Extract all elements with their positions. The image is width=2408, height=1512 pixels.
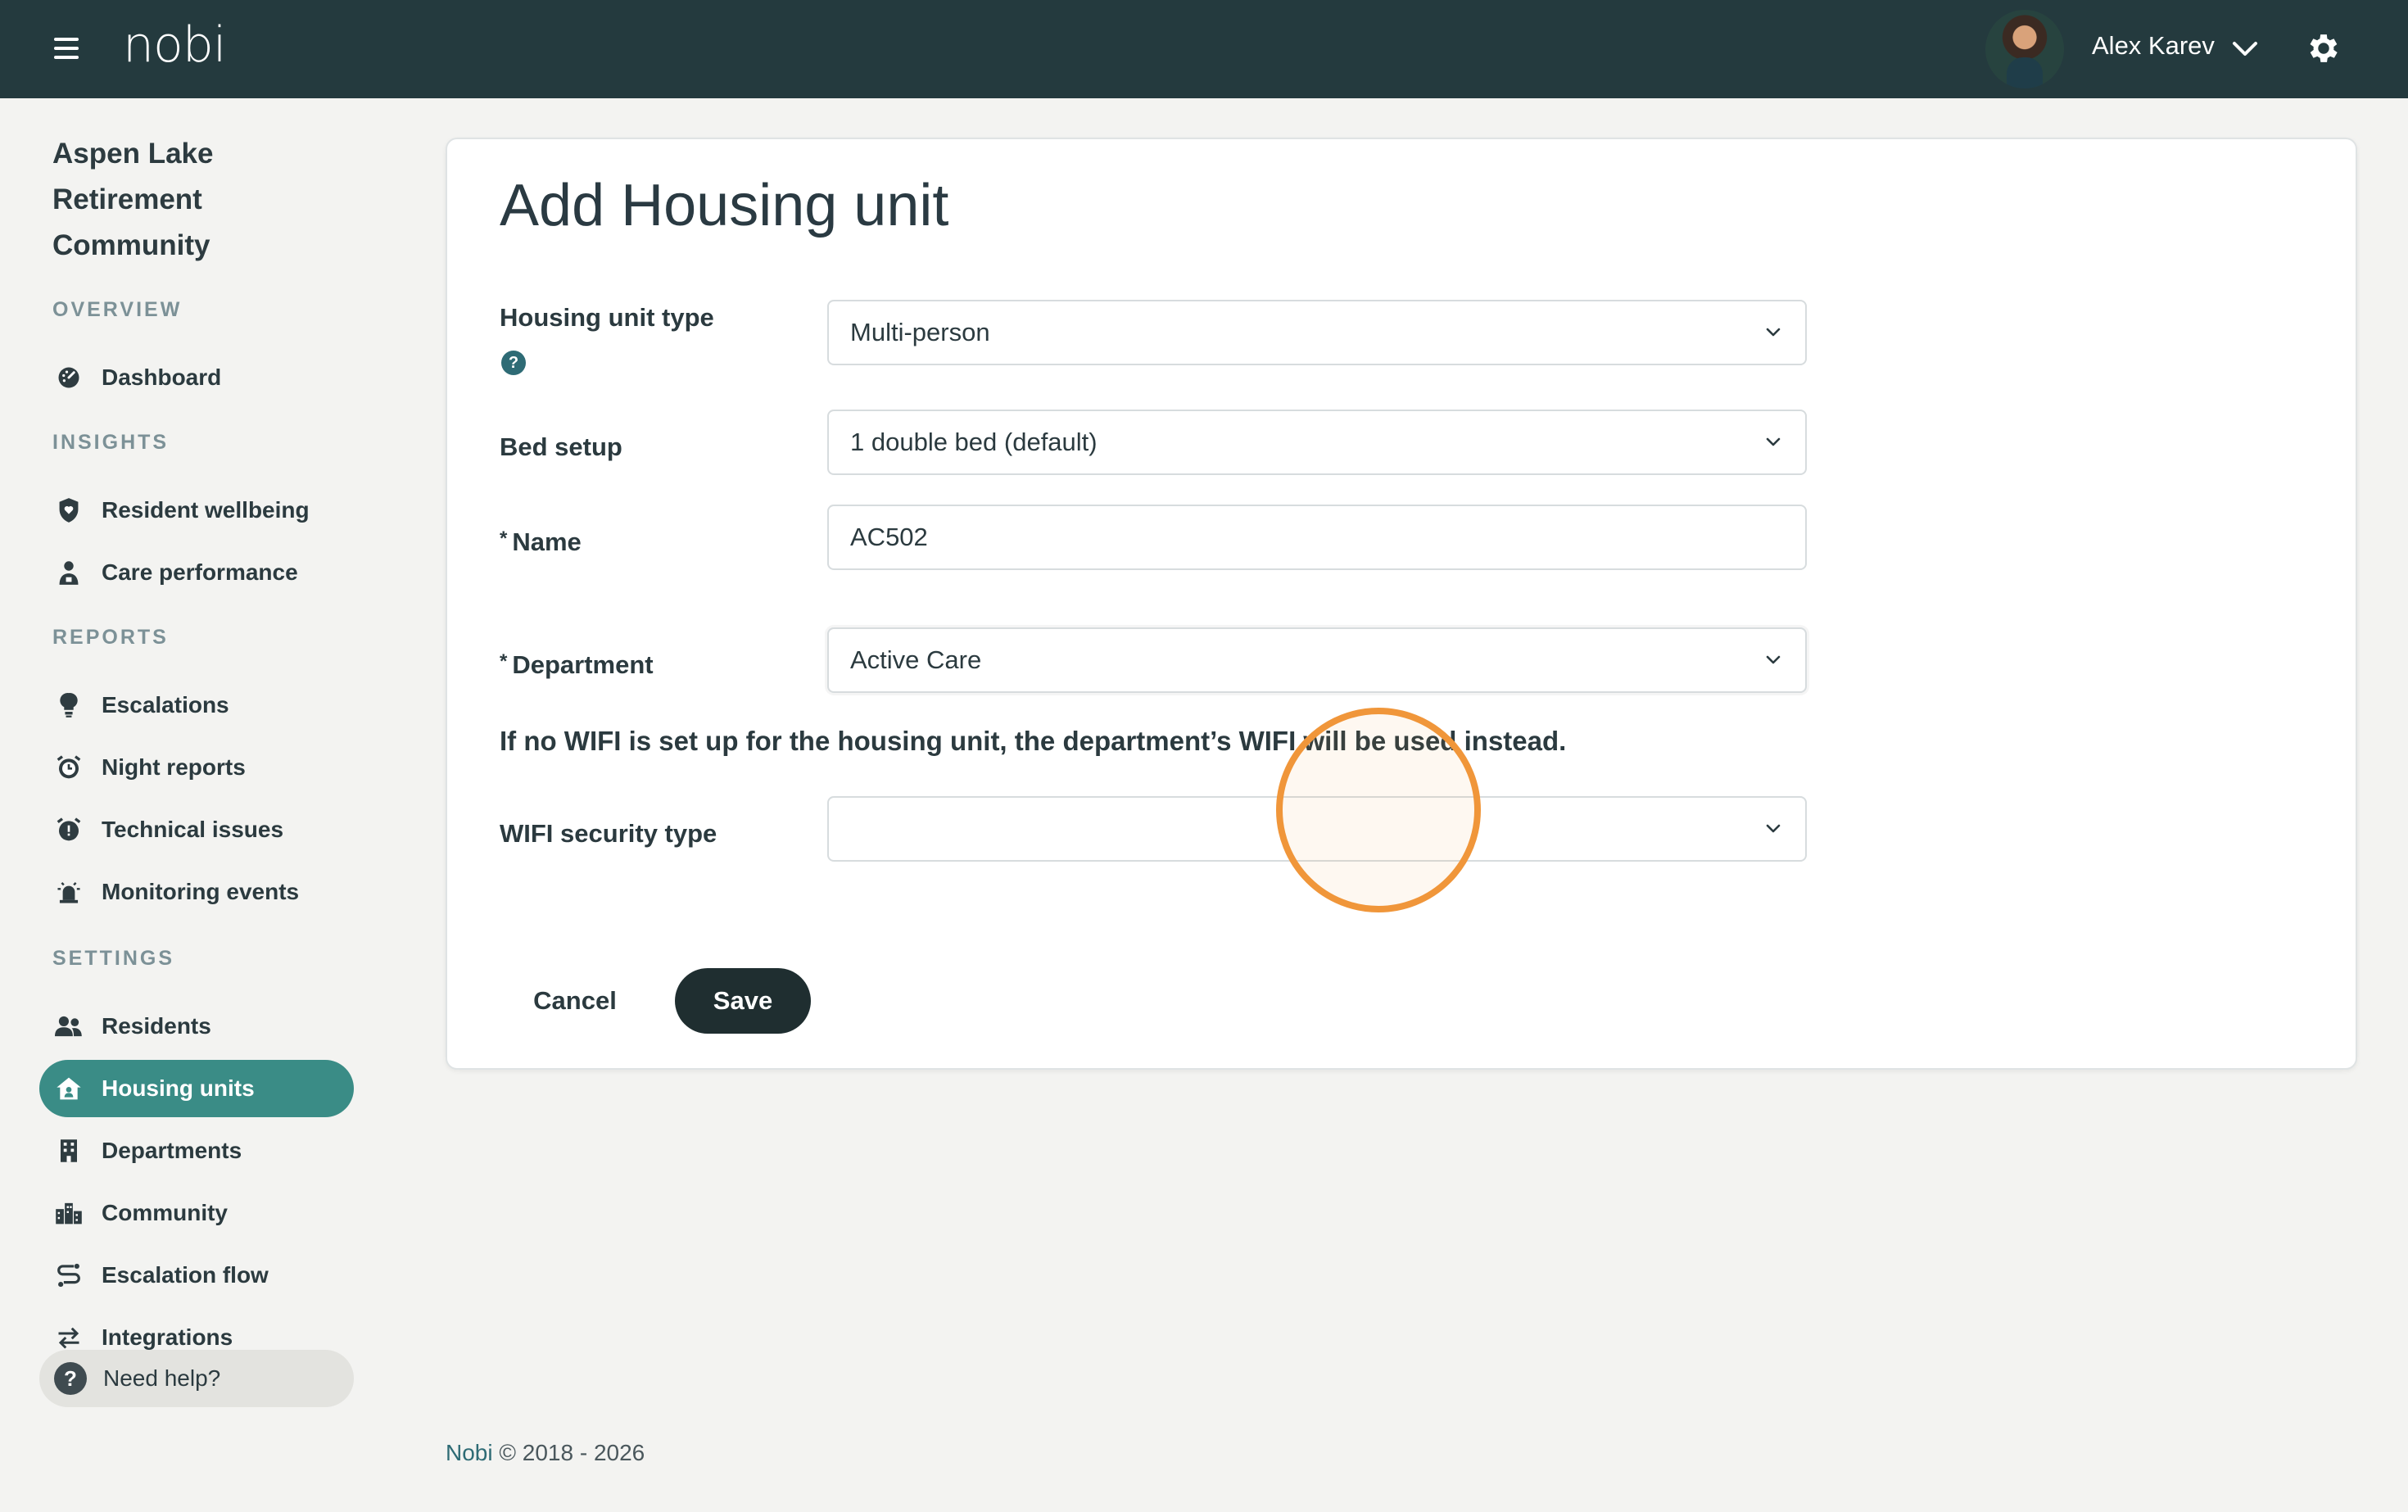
section-insights: INSIGHTS — [52, 431, 170, 454]
sidebar-item-community[interactable]: Community — [39, 1184, 354, 1242]
section-reports: REPORTS — [52, 626, 169, 649]
sidebar-item-technical-issues[interactable]: Technical issues — [39, 801, 354, 858]
siren-icon — [52, 876, 85, 908]
user-name[interactable]: Alex Karev — [2092, 31, 2215, 61]
chevron-down-icon — [1766, 437, 1781, 446]
sidebar-item-label: Monitoring events — [102, 879, 300, 904]
sidebar-item-label: Technical issues — [102, 817, 284, 842]
section-settings: SETTINGS — [52, 947, 175, 970]
sidebar-item-label: Housing units — [102, 1075, 255, 1101]
sidebar-item-label: Night reports — [102, 754, 246, 780]
city-icon — [52, 1197, 85, 1229]
name-value: AC502 — [850, 523, 928, 551]
department-label-text: Department — [512, 650, 654, 679]
community-name: Aspen Lake Retirement Community — [52, 138, 214, 261]
building-icon — [52, 1134, 85, 1167]
required-marker: * — [500, 527, 508, 550]
need-help-button[interactable]: ? Need help? — [39, 1350, 354, 1407]
gauge-icon — [52, 361, 85, 394]
wifi-info-text: If no WIFI is set up for the housing uni… — [500, 726, 1567, 756]
sidebar-item-label: Departments — [102, 1138, 242, 1163]
question-icon: ? — [54, 1362, 87, 1395]
save-button[interactable]: Save — [675, 968, 811, 1034]
sidebar-item-label: Dashboard — [102, 364, 222, 390]
sidebar-item-resident-wellbeing[interactable]: Resident wellbeing — [39, 482, 354, 539]
name-label: * Name — [500, 527, 582, 557]
name-label-text: Name — [512, 527, 582, 556]
shield-heart-icon — [52, 494, 85, 527]
chevron-down-icon — [1766, 824, 1781, 833]
housing-unit-type-label: Housing unit type — [500, 303, 714, 332]
page-title: Add Housing unit — [500, 173, 949, 238]
department-value: Active Care — [850, 645, 982, 674]
wifi-security-type-label: WIFI security type — [500, 819, 717, 848]
add-housing-unit-card: Add Housing unit Housing unit type ? Mul… — [446, 138, 2357, 1070]
department-label: * Department — [500, 650, 654, 680]
menu-icon[interactable] — [54, 38, 79, 61]
house-icon — [52, 1072, 85, 1105]
wifi-security-type-select[interactable] — [827, 796, 1807, 862]
chevron-down-icon — [1766, 655, 1781, 664]
sidebar-item-label: Community — [102, 1200, 228, 1225]
alarm-clock-icon — [52, 751, 85, 784]
sidebar-item-monitoring-events[interactable]: Monitoring events — [39, 863, 354, 921]
app-logo[interactable]: nobi — [123, 16, 226, 74]
required-marker: * — [500, 650, 508, 672]
sidebar-item-care-performance[interactable]: Care performance — [39, 544, 354, 601]
sidebar-item-label: Escalation flow — [102, 1262, 269, 1288]
name-input[interactable]: AC502 — [827, 505, 1807, 570]
sidebar: Aspen Lake Retirement Community OVERVIEW… — [0, 98, 385, 1512]
sidebar-item-label: Resident wellbeing — [102, 497, 310, 523]
cancel-button[interactable]: Cancel — [518, 968, 632, 1034]
sidebar-item-label: Escalations — [102, 692, 229, 718]
footer-copyright: © 2018 - 2026 — [499, 1440, 645, 1465]
department-select[interactable]: Active Care — [827, 627, 1807, 693]
sidebar-item-night-reports[interactable]: Night reports — [39, 739, 354, 796]
housing-unit-type-select[interactable]: Multi-person — [827, 300, 1807, 365]
sidebar-item-label: Care performance — [102, 559, 298, 585]
sidebar-item-label: Integrations — [102, 1324, 233, 1350]
sidebar-item-escalations[interactable]: Escalations — [39, 677, 354, 734]
footer: Nobi © 2018 - 2026 — [446, 1440, 645, 1466]
bed-setup-select[interactable]: 1 double bed (default) — [827, 410, 1807, 475]
sidebar-item-departments[interactable]: Departments — [39, 1122, 354, 1179]
chevron-down-icon[interactable] — [2231, 36, 2259, 61]
swap-arrows-icon — [52, 1321, 85, 1354]
lightbulb-icon — [52, 689, 85, 722]
top-bar: nobi Alex Karev — [0, 0, 2408, 98]
sidebar-item-housing-units[interactable]: Housing units — [39, 1060, 354, 1117]
section-overview: OVERVIEW — [52, 298, 183, 321]
chevron-down-icon — [1766, 328, 1781, 337]
sidebar-item-label: Residents — [102, 1013, 211, 1039]
sidebar-item-residents[interactable]: Residents — [39, 998, 354, 1055]
route-icon — [52, 1259, 85, 1292]
sidebar-item-dashboard[interactable]: Dashboard — [39, 349, 354, 406]
gear-icon[interactable] — [2305, 29, 2342, 67]
alert-clock-icon — [52, 813, 85, 846]
users-icon — [52, 1010, 85, 1043]
sidebar-item-escalation-flow[interactable]: Escalation flow — [39, 1247, 354, 1304]
bed-setup-value: 1 double bed (default) — [850, 428, 1098, 456]
housing-unit-type-value: Multi-person — [850, 318, 990, 346]
bed-setup-label: Bed setup — [500, 432, 622, 461]
avatar[interactable] — [1985, 10, 2064, 88]
caregiver-icon — [52, 556, 85, 589]
footer-brand-link[interactable]: Nobi — [446, 1440, 493, 1465]
need-help-label: Need help? — [103, 1365, 221, 1391]
help-icon[interactable]: ? — [501, 351, 526, 375]
